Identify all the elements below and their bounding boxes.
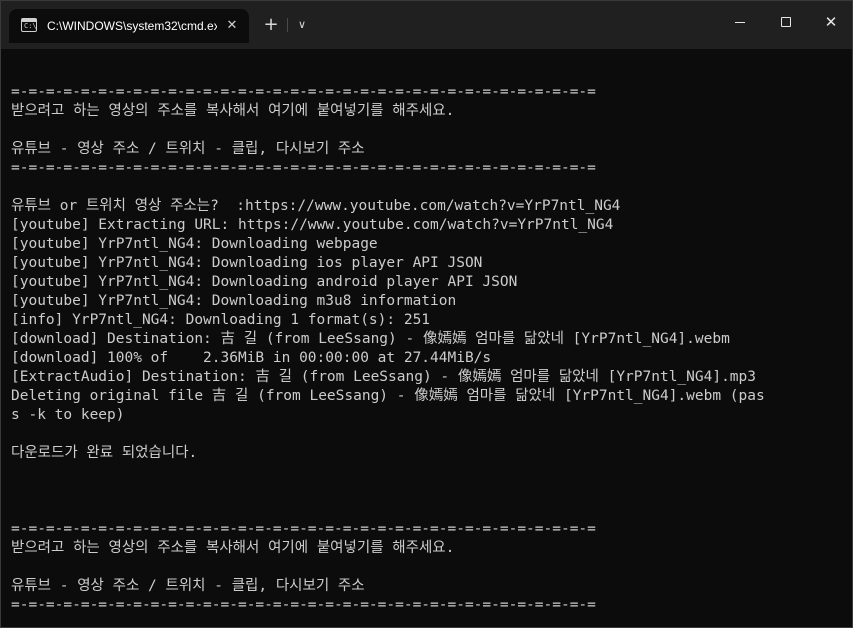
tab-cmd[interactable]: C:\ C:\WINDOWS\system32\cmd.exe ✕ bbox=[9, 9, 249, 43]
terminal-line: Deleting original file 吉 길 (from LeeSsan… bbox=[11, 388, 765, 404]
tab-dropdown-button[interactable]: ∨ bbox=[290, 13, 314, 37]
maximize-button[interactable] bbox=[763, 1, 809, 43]
terminal-window: C:\ C:\WINDOWS\system32\cmd.exe ✕ + ∨ ✕ … bbox=[0, 0, 853, 628]
terminal-line: [youtube] YrP7ntl_NG4: Downloading webpa… bbox=[11, 236, 378, 252]
toolbar-divider bbox=[287, 18, 288, 32]
tab-close-icon[interactable]: ✕ bbox=[223, 17, 241, 35]
tab-title: C:\WINDOWS\system32\cmd.exe bbox=[47, 19, 217, 33]
terminal-line: [info] YrP7ntl_NG4: Downloading 1 format… bbox=[11, 312, 431, 328]
terminal-line: 받으려고 하는 영상의 주소를 복사해서 여기에 붙여넣기를 해주세요. bbox=[11, 103, 455, 119]
minimize-icon bbox=[735, 22, 745, 23]
title-bar[interactable]: C:\ C:\WINDOWS\system32\cmd.exe ✕ + ∨ ✕ bbox=[1, 1, 852, 49]
terminal-line: s -k to keep) bbox=[11, 407, 125, 423]
terminal-line: [youtube] YrP7ntl_NG4: Downloading andro… bbox=[11, 274, 518, 290]
new-tab-button[interactable]: + bbox=[259, 13, 283, 37]
terminal-line: =-=-=-=-=-=-=-=-=-=-=-=-=-=-=-=-=-=-=-=-… bbox=[11, 597, 596, 613]
terminal-line: [youtube] YrP7ntl_NG4: Downloading ios p… bbox=[11, 255, 483, 271]
terminal-line: =-=-=-=-=-=-=-=-=-=-=-=-=-=-=-=-=-=-=-=-… bbox=[11, 84, 596, 100]
terminal-output[interactable]: =-=-=-=-=-=-=-=-=-=-=-=-=-=-=-=-=-=-=-=-… bbox=[11, 64, 844, 627]
terminal-line: 유튜브 or 트위치 영상 주소는? :https://www.youtube.… bbox=[11, 198, 621, 214]
terminal-line: [ExtractAudio] Destination: 吉 길 (from Le… bbox=[11, 369, 757, 385]
terminal-line: 받으려고 하는 영상의 주소를 복사해서 여기에 붙여넣기를 해주세요. bbox=[11, 540, 455, 556]
terminal-line: 유튜브 - 영상 주소 / 트위치 - 클립, 다시보기 주소 bbox=[11, 578, 365, 594]
terminal-line: [download] 100% of 2.36MiB in 00:00:00 a… bbox=[11, 350, 492, 366]
minimize-button[interactable] bbox=[717, 1, 763, 43]
terminal-line: =-=-=-=-=-=-=-=-=-=-=-=-=-=-=-=-=-=-=-=-… bbox=[11, 521, 596, 537]
maximize-icon bbox=[781, 17, 791, 27]
terminal-line: [youtube] Extracting URL: https://www.yo… bbox=[11, 217, 614, 233]
close-icon: ✕ bbox=[824, 13, 838, 31]
terminal-icon: C:\ bbox=[21, 18, 37, 32]
close-window-button[interactable]: ✕ bbox=[808, 1, 853, 43]
terminal-line: =-=-=-=-=-=-=-=-=-=-=-=-=-=-=-=-=-=-=-=-… bbox=[11, 160, 596, 176]
terminal-line: 다운로드가 완료 되었습니다. bbox=[11, 445, 198, 461]
terminal-line: [download] Destination: 吉 길 (from LeeSsa… bbox=[11, 331, 730, 347]
terminal-line: [youtube] YrP7ntl_NG4: Downloading m3u8 … bbox=[11, 293, 457, 309]
terminal-line: 유튜브 - 영상 주소 / 트위치 - 클립, 다시보기 주소 bbox=[11, 141, 365, 157]
